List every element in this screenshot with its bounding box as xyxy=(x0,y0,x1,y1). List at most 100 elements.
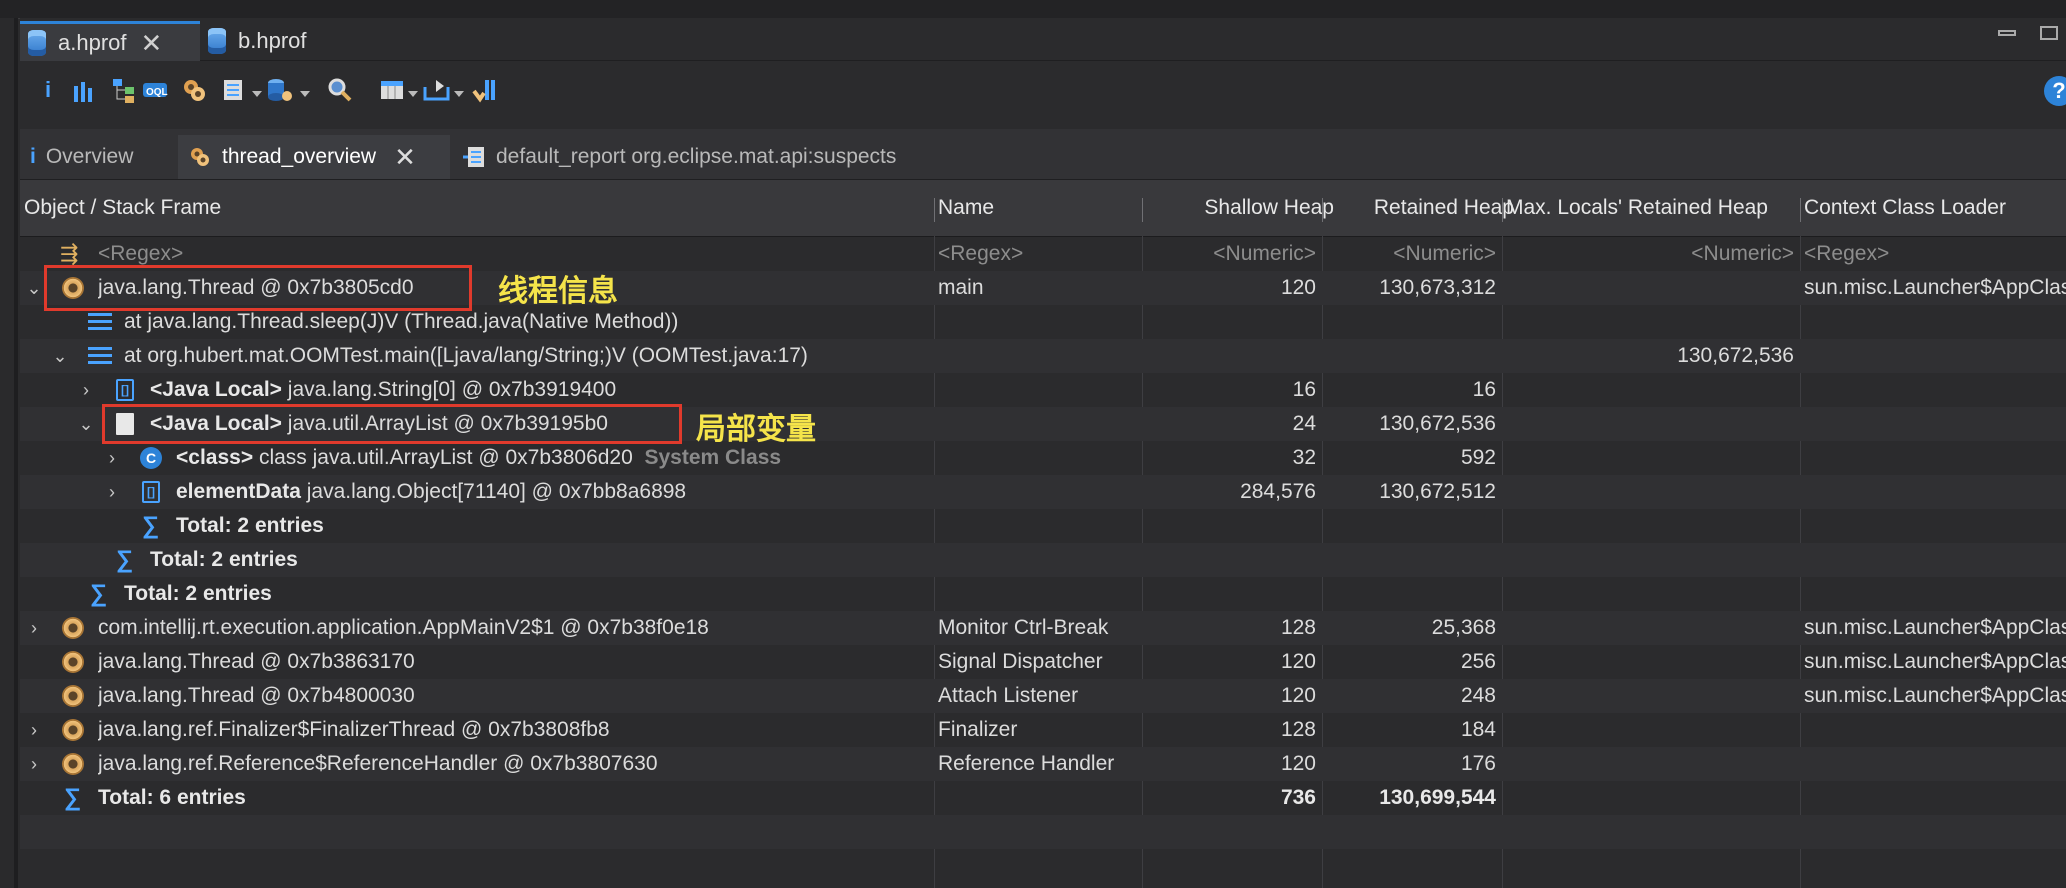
empty-row xyxy=(20,815,2066,849)
dominator-tree-icon[interactable] xyxy=(110,75,138,105)
row-retained-heap: 184 xyxy=(1460,718,1496,741)
tab-default-report[interactable]: default_report org.eclipse.mat.api:suspe… xyxy=(452,135,992,179)
total-row: ∑ Total: 2 entries xyxy=(20,543,2066,577)
table-row[interactable]: java.lang.Thread @ 0x7b3863170 Signal Di… xyxy=(20,645,2066,679)
column-divider[interactable] xyxy=(1322,198,1323,222)
help-icon[interactable]: ? xyxy=(2044,76,2066,106)
row-object: <Java Local> java.lang.String[0] @ 0x7b3… xyxy=(150,373,930,407)
filter-input-name[interactable]: <Regex> xyxy=(938,237,1138,271)
histogram-icon[interactable] xyxy=(70,75,98,105)
close-icon[interactable]: ✕ xyxy=(394,142,416,173)
array-icon: [] xyxy=(116,379,134,401)
row-name: Finalizer xyxy=(938,718,1018,741)
row-shallow-heap: 24 xyxy=(1292,412,1316,435)
row-max-locals: 130,672,536 xyxy=(1677,344,1794,367)
thread-overview-icon[interactable] xyxy=(180,75,208,105)
filter-input-max-locals[interactable]: <Numeric> xyxy=(1506,237,1794,271)
group-by-icon[interactable] xyxy=(378,75,406,105)
chevron-down-icon[interactable] xyxy=(300,91,310,97)
row-retained-heap: 25,368 xyxy=(1431,616,1496,639)
svg-text:OQL: OQL xyxy=(146,87,168,98)
run-report-icon[interactable] xyxy=(220,75,248,105)
calculate-retained-size-icon[interactable] xyxy=(470,75,498,105)
total-shallow-heap: 736 xyxy=(1280,786,1316,809)
column-divider[interactable] xyxy=(1502,198,1503,222)
row-shallow-heap: 32 xyxy=(1292,446,1316,469)
oql-icon[interactable]: OQL xyxy=(142,75,170,105)
row-object: at org.hubert.mat.OOMTest.main([Ljava/la… xyxy=(124,344,808,367)
filter-input-shallow[interactable]: <Numeric> xyxy=(1146,237,1316,271)
search-icon[interactable] xyxy=(326,75,354,105)
table-row[interactable]: › [] <Java Local> java.lang.String[0] @ … xyxy=(20,373,2066,407)
chevron-right-icon[interactable]: › xyxy=(24,611,44,645)
column-divider[interactable] xyxy=(1142,198,1143,222)
row-shallow-heap: 120 xyxy=(1280,276,1316,299)
query-browser-icon[interactable] xyxy=(266,75,294,105)
row-retained-heap: 16 xyxy=(1472,378,1496,401)
minimize-icon[interactable] xyxy=(1998,30,2016,36)
tab-label: default_report org.eclipse.mat.api:suspe… xyxy=(496,145,897,168)
tab-thread-overview[interactable]: thread_overview ✕ xyxy=(178,135,450,179)
row-object: java.lang.ref.Reference$ReferenceHandler… xyxy=(98,752,658,775)
thread-icon xyxy=(62,685,84,707)
export-icon[interactable] xyxy=(422,75,450,105)
chevron-down-icon[interactable] xyxy=(408,91,418,97)
info-icon: i xyxy=(30,145,36,168)
column-header-context-class-loader[interactable]: Context Class Loader xyxy=(1804,180,2066,236)
row-retained-heap: 248 xyxy=(1460,684,1496,707)
total-row: ∑ Total: 2 entries xyxy=(20,577,2066,611)
heap-dump-icon xyxy=(28,30,46,56)
highlight-box-local xyxy=(102,404,682,444)
stack-frame-icon xyxy=(88,347,112,365)
system-class-tag: System Class xyxy=(644,446,782,469)
filter-input-retained[interactable]: <Numeric> xyxy=(1326,237,1496,271)
editor-tab-b-hprof[interactable]: b.hprof xyxy=(200,22,360,59)
chevron-down-icon[interactable]: ⌄ xyxy=(76,407,96,441)
column-divider[interactable] xyxy=(1800,198,1801,222)
filter-input-loader[interactable]: <Regex> xyxy=(1804,237,2066,271)
info-icon[interactable]: i xyxy=(34,75,62,105)
chevron-right-icon[interactable]: › xyxy=(76,373,96,407)
row-object: java.lang.Thread @ 0x7b3863170 xyxy=(98,650,415,673)
maximize-icon[interactable] xyxy=(2040,26,2058,40)
table-row[interactable]: › java.lang.ref.Finalizer$FinalizerThrea… xyxy=(20,713,2066,747)
report-icon xyxy=(462,145,486,169)
row-class-loader: sun.misc.Launcher$AppClassLoader @ 0x7b3… xyxy=(1804,650,2066,673)
column-divider[interactable] xyxy=(934,198,935,222)
table-row[interactable]: › [] elementData java.lang.Object[71140]… xyxy=(20,475,2066,509)
row-shallow-heap: 16 xyxy=(1292,378,1316,401)
column-header-object[interactable]: Object / Stack Frame xyxy=(24,180,704,236)
field-object: java.lang.Object[71140] @ 0x7bb8a6898 xyxy=(306,480,687,503)
row-shallow-heap: 284,576 xyxy=(1240,480,1316,503)
row-retained-heap: 130,673,312 xyxy=(1379,276,1496,299)
chevron-right-icon[interactable]: › xyxy=(102,475,122,509)
chevron-down-icon[interactable]: ⌄ xyxy=(24,271,44,305)
window-top-bar xyxy=(0,0,2066,19)
close-icon[interactable]: ✕ xyxy=(141,30,163,56)
editor-tab-a-hprof[interactable]: a.hprof ✕ xyxy=(20,21,200,62)
chevron-right-icon[interactable]: › xyxy=(102,441,122,475)
table-row[interactable]: › java.lang.ref.Reference$ReferenceHandl… xyxy=(20,747,2066,781)
chevron-right-icon[interactable]: › xyxy=(24,713,44,747)
thread-icon xyxy=(62,753,84,775)
chevron-right-icon[interactable]: › xyxy=(24,747,44,781)
chevron-down-icon[interactable] xyxy=(252,91,262,97)
field-object: class java.util.ArrayList @ 0x7b3806d20 xyxy=(258,446,633,469)
column-header-retained-heap[interactable]: Retained Heap xyxy=(1326,180,1514,236)
table-row[interactable]: › com.intellij.rt.execution.application.… xyxy=(20,611,2066,645)
table-row[interactable]: ⌄ at org.hubert.mat.OOMTest.main([Ljava/… xyxy=(20,339,2066,373)
row-name: main xyxy=(938,276,984,299)
tab-overview[interactable]: i Overview xyxy=(20,135,176,179)
row-class-loader: sun.misc.Launcher$AppClassLoader @ 0x7b3… xyxy=(1804,276,2066,299)
sigma-icon: ∑ xyxy=(90,580,108,607)
row-name: Reference Handler xyxy=(938,752,1115,775)
column-header-max-locals[interactable]: Max. Locals' Retained Heap xyxy=(1506,180,1820,236)
row-shallow-heap: 120 xyxy=(1280,650,1316,673)
table-row[interactable]: › C <class> class java.util.ArrayList @ … xyxy=(20,441,2066,475)
column-header-name[interactable]: Name xyxy=(938,180,1158,236)
chevron-down-icon[interactable] xyxy=(454,91,464,97)
chevron-down-icon[interactable]: ⌄ xyxy=(50,339,70,373)
local-label: <Java Local> xyxy=(150,378,282,401)
table-row[interactable]: java.lang.Thread @ 0x7b4800030 Attach Li… xyxy=(20,679,2066,713)
column-header-shallow-heap[interactable]: Shallow Heap xyxy=(1146,180,1334,236)
